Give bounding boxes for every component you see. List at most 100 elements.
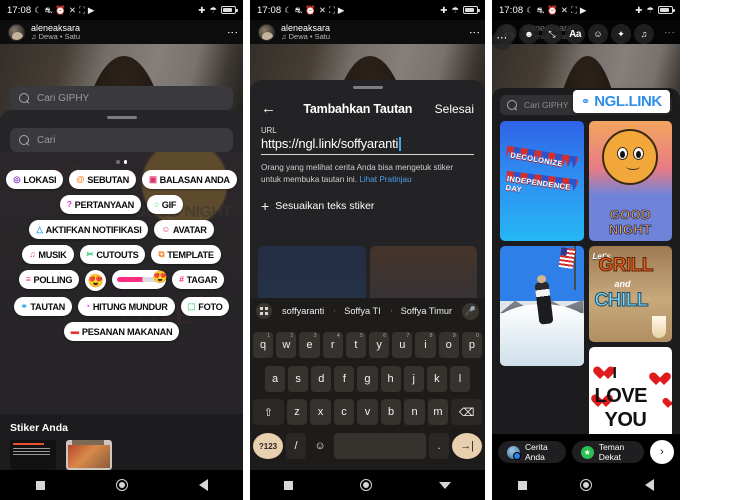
key-w[interactable]: 2w: [276, 331, 297, 358]
key-y[interactable]: 6y: [369, 331, 390, 358]
sticker-template[interactable]: ⧉ TEMPLATE: [151, 245, 221, 264]
enter-key[interactable]: →|: [452, 433, 482, 460]
period-key[interactable]: .: [429, 433, 449, 460]
home-circle-icon[interactable]: [359, 479, 372, 491]
play-icon: ▶: [579, 4, 587, 15]
recents-square-icon[interactable]: [283, 480, 293, 490]
key-p[interactable]: 0p: [461, 331, 483, 358]
cerita-anda-button[interactable]: Cerita Anda: [498, 441, 566, 463]
key-c[interactable]: c: [333, 399, 355, 426]
music-icon[interactable]: ♫: [634, 24, 654, 44]
back-triangle-icon[interactable]: [644, 479, 654, 491]
key-m[interactable]: m: [427, 399, 449, 426]
back-triangle-icon[interactable]: [198, 479, 208, 491]
key-r[interactable]: 4r: [322, 331, 343, 358]
more-icon[interactable]: ⋯: [492, 30, 512, 50]
key-o[interactable]: 9o: [438, 331, 459, 358]
gif-tile-grill-chill[interactable]: Let's GRILL and CHILL: [588, 246, 672, 342]
sticker-search-input[interactable]: Cari: [10, 128, 233, 152]
keyboard-switch-icon[interactable]: [256, 303, 272, 319]
sticker-gif[interactable]: ○ GIF: [146, 195, 184, 214]
sticker-hitung-mundur[interactable]: ◔ HITUNG MUNDUR: [78, 297, 175, 316]
key-s[interactable]: s: [288, 365, 309, 392]
sparkle-icon[interactable]: ✦: [611, 24, 631, 44]
key-z[interactable]: z: [286, 399, 308, 426]
back-arrow-icon[interactable]: ←: [261, 101, 281, 116]
key-n[interactable]: n: [404, 399, 425, 426]
key-v[interactable]: v: [357, 399, 378, 426]
key-x[interactable]: x: [310, 399, 331, 426]
numeric-key[interactable]: ?123: [253, 433, 283, 460]
gif-tile-decolonize[interactable]: DECOLONIZE INDEPENDENCE DAY: [500, 121, 584, 241]
key-f[interactable]: f: [334, 365, 355, 392]
your-sticker-thumb[interactable]: [10, 440, 56, 470]
chip-label: PESANAN MAKANAN: [81, 326, 173, 337]
airplane-icon: ✚: [635, 4, 643, 15]
home-circle-icon[interactable]: [115, 479, 128, 491]
key-q[interactable]: 1q: [252, 331, 274, 358]
sticker-pertanyaan[interactable]: ? PERTANYAAN: [59, 195, 141, 214]
gif-tile-surfer[interactable]: [500, 246, 584, 366]
key-i[interactable]: 8i: [415, 331, 436, 358]
url-input[interactable]: https://ngl.link/soffyaranti: [261, 136, 474, 155]
microphone-icon[interactable]: 🎤: [462, 302, 480, 320]
key-b[interactable]: b: [380, 399, 402, 426]
key-a[interactable]: a: [265, 365, 286, 392]
recents-square-icon[interactable]: [35, 480, 45, 490]
slash-key[interactable]: /: [286, 433, 306, 460]
crop-icon[interactable]: ⤡: [542, 24, 562, 44]
keyboard-hide-icon[interactable]: [439, 481, 452, 489]
sticker-icon[interactable]: ☺: [588, 24, 608, 44]
key-e[interactable]: 3e: [299, 331, 320, 358]
key-g[interactable]: g: [357, 365, 378, 392]
hashtag-icon: #: [179, 274, 184, 285]
gif-tile-i-love-you[interactable]: I LOVE YOU: [588, 347, 672, 443]
sheet-grabber[interactable]: [106, 116, 137, 119]
key-u[interactable]: 7u: [392, 331, 413, 358]
gif-tile-good-night[interactable]: GOOD NIGHT: [588, 121, 672, 241]
key-h[interactable]: h: [380, 365, 401, 392]
backspace-key[interactable]: ⌫: [451, 399, 482, 426]
key-t[interactable]: 5t: [345, 331, 366, 358]
shift-key[interactable]: ⇧: [253, 399, 284, 426]
sticker-tagar[interactable]: # TAGAR: [172, 270, 225, 289]
done-button[interactable]: Selesai: [435, 102, 474, 116]
key-l[interactable]: l: [449, 365, 470, 392]
sticker-cutouts[interactable]: ✂ CUTOUTS: [79, 245, 146, 264]
emoji-key[interactable]: ☺: [309, 433, 331, 459]
space-key[interactable]: [334, 433, 426, 460]
sticker-musik[interactable]: ♫ MUSIK: [22, 245, 74, 264]
sticker-lokasi[interactable]: ◎ LOKASI: [6, 170, 64, 189]
sticker-pesanan-makanan[interactable]: ▬ PESANAN MAKANAN: [63, 322, 180, 341]
add-person-icon[interactable]: ☻: [519, 24, 539, 44]
recents-square-icon[interactable]: [518, 480, 528, 490]
key-j[interactable]: j: [403, 365, 424, 392]
sticker-sebutan[interactable]: @ SEBUTAN: [69, 170, 136, 189]
sticker-balasan-anda[interactable]: ▣ BALASAN ANDA: [141, 170, 237, 189]
sticker-aktifkan-notifikasi[interactable]: △ AKTIFKAN NOTIFIKASI: [29, 220, 149, 239]
next-button[interactable]: ›: [650, 440, 674, 464]
overflow-menu-icon[interactable]: ⋮: [468, 27, 480, 38]
customize-sticker-text-button[interactable]: + Sesuaikan teks stiker: [261, 199, 474, 213]
suggestion-2[interactable]: Soffya TI: [334, 306, 390, 316]
home-circle-icon[interactable]: [579, 479, 592, 491]
suggestion-1[interactable]: soffyaranti: [272, 306, 334, 316]
sticker-tautan[interactable]: ⚭ TAUTAN: [13, 297, 72, 316]
account-song: ♫ Dewa • Satu: [31, 32, 80, 41]
sticker-polling[interactable]: ≡ POLLING: [18, 270, 80, 289]
preview-link[interactable]: Lihat Pratinjau: [359, 175, 411, 184]
sticker-avatar[interactable]: ☺ AVATAR: [154, 220, 214, 239]
sticker-emoji-reaction[interactable]: 😍: [85, 270, 107, 291]
key-d[interactable]: d: [311, 365, 332, 392]
ngl-link-sticker[interactable]: ⚭ NGL.LINK: [573, 90, 670, 113]
teman-dekat-button[interactable]: ★ Teman Dekat: [571, 441, 644, 463]
gif-text-chill: CHILL: [594, 290, 649, 312]
link-icon: ⚭: [581, 96, 591, 108]
text-aa-icon[interactable]: Aa: [565, 24, 585, 44]
sticker-emoji-slider[interactable]: 😍: [112, 270, 168, 289]
key-k[interactable]: k: [426, 365, 447, 392]
your-sticker-thumb[interactable]: [66, 440, 112, 470]
overflow-menu-icon[interactable]: ⋮: [226, 27, 238, 38]
suggestion-3[interactable]: Soffya Timur: [390, 306, 462, 316]
sticker-foto[interactable]: ⬚ FOTO: [180, 297, 230, 316]
